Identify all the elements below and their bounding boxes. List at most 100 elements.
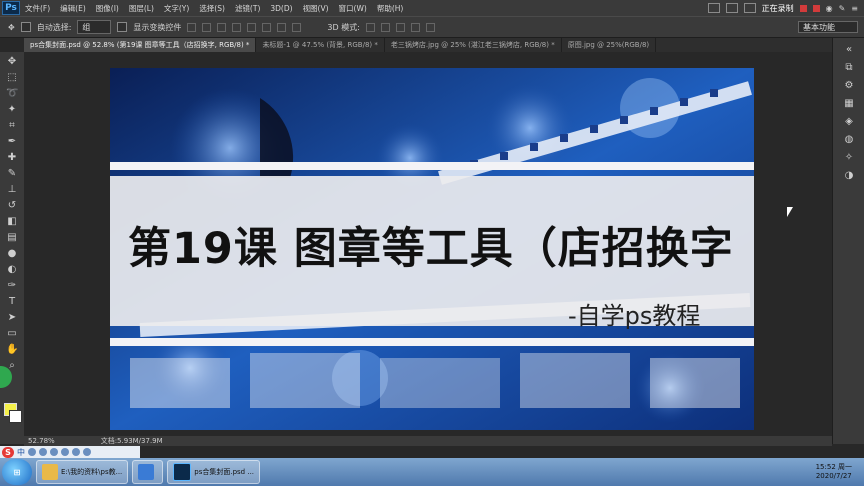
channels-panel-icon[interactable]: ◍	[843, 134, 855, 146]
camera-icon[interactable]: ◉	[826, 4, 833, 13]
distribute-h-icon[interactable]	[292, 22, 302, 32]
workspace-dropdown[interactable]: 基本功能	[798, 21, 858, 33]
taskbar-item-label: ps合集封面.psd ...	[194, 468, 255, 476]
voice-icon[interactable]	[50, 448, 58, 456]
pen-tool-icon[interactable]: ✑	[6, 280, 18, 292]
menu-layer[interactable]: 图层(L)	[124, 3, 159, 14]
distribute-icon[interactable]	[277, 22, 287, 32]
restore-icon[interactable]	[725, 3, 738, 13]
sogou-logo-icon[interactable]: S	[2, 446, 14, 458]
marquee-tool-icon[interactable]: ⬚	[6, 72, 18, 84]
menu-bar: Ps 文件(F) 编辑(E) 图像(I) 图层(L) 文字(Y) 选择(S) 滤…	[0, 0, 864, 16]
roll-3d-icon[interactable]	[380, 22, 390, 32]
show-transform-checkbox[interactable]	[117, 22, 128, 32]
hand-tool-icon[interactable]: ✋	[6, 344, 18, 356]
eyedropper-tool-icon[interactable]: ✒	[6, 136, 18, 148]
auto-select-checkbox[interactable]	[20, 22, 31, 32]
document-canvas[interactable]: 第19课 图章等工具（店招换字 -自学ps教程	[110, 68, 754, 430]
zoom-level[interactable]: 52.78%	[28, 437, 55, 445]
photoshop-logo: Ps	[2, 1, 20, 15]
mouse-cursor-icon	[787, 207, 793, 217]
menu-help[interactable]: 帮助(H)	[372, 3, 409, 14]
right-panel-dock: « ⧉ ⚙ ▦ ◈ ◍ ✧ ◑	[832, 38, 864, 444]
rotate-3d-icon[interactable]	[365, 22, 375, 32]
menu-file[interactable]: 文件(F)	[20, 3, 55, 14]
options-bar: ✥ 自动选择: 组 显示变换控件 3D 模式: 基本功能	[0, 16, 864, 38]
blur-tool-icon[interactable]: ●	[6, 248, 18, 260]
recording-label: 正在录制	[761, 3, 794, 13]
move-tool-icon[interactable]: ✥	[6, 56, 18, 68]
lasso-tool-icon[interactable]: ➰	[6, 88, 18, 100]
layers-panel-icon[interactable]: ◈	[843, 116, 855, 128]
taskbar-item-app[interactable]	[132, 460, 164, 484]
status-bar: 52.78% 文档:5.93M/37.9M	[24, 436, 832, 446]
path-select-tool-icon[interactable]: ➤	[6, 312, 18, 324]
emoji-icon[interactable]	[39, 448, 47, 456]
swatches-panel-icon[interactable]: ▦	[843, 98, 855, 110]
menu-type[interactable]: 文字(Y)	[159, 3, 194, 14]
history-panel-icon[interactable]: ⧉	[843, 62, 855, 74]
menu-image[interactable]: 图像(I)	[91, 3, 124, 14]
adjustments-panel-icon[interactable]: ◑	[843, 170, 855, 182]
scale-3d-icon[interactable]	[425, 22, 435, 32]
tab-original-jpg[interactable]: 原图.jpg @ 25%(RGB/8)	[562, 38, 657, 52]
align-top-icon[interactable]	[187, 22, 197, 32]
minimize-icon[interactable]	[707, 3, 720, 13]
auto-select-dropdown[interactable]: 组	[77, 20, 112, 34]
close-icon[interactable]	[743, 3, 756, 13]
align-center-icon[interactable]	[247, 22, 257, 32]
eraser-tool-icon[interactable]: ◧	[6, 216, 18, 228]
stop-recording-icon[interactable]	[812, 4, 820, 12]
paths-panel-icon[interactable]: ✧	[843, 152, 855, 164]
crop-tool-icon[interactable]: ⌗	[6, 120, 18, 132]
background-color-swatch[interactable]	[9, 410, 22, 423]
align-right-icon[interactable]	[262, 22, 272, 32]
shape-tool-icon[interactable]: ▭	[6, 328, 18, 340]
align-bottom-icon[interactable]	[217, 22, 227, 32]
system-clock[interactable]: 15:52 周一 2020/7/27	[816, 463, 852, 481]
menu-view[interactable]: 视图(V)	[298, 3, 334, 14]
recording-controls: 正在录制 ◉ ✎ ≡	[707, 3, 864, 14]
slide-3d-icon[interactable]	[410, 22, 420, 32]
folder-icon	[42, 464, 58, 480]
taskbar-item-explorer[interactable]: E:\我的资料\ps教...	[36, 460, 129, 484]
clone-stamp-tool-icon[interactable]: ⊥	[6, 184, 18, 196]
taskbar-item-photoshop[interactable]: ps合集封面.psd ...	[167, 460, 261, 484]
punctuation-icon[interactable]	[28, 448, 36, 456]
pen-icon[interactable]: ✎	[839, 4, 846, 13]
skin-icon[interactable]	[72, 448, 80, 456]
menu-3d[interactable]: 3D(D)	[265, 4, 297, 13]
align-left-icon[interactable]	[232, 22, 242, 32]
tab-restaurant-jpg[interactable]: 老三锅烤店.jpg @ 25% (湛江老三锅烤店, RGB/8) *	[385, 38, 562, 52]
document-tabs: ps合集封面.psd @ 52.8% (第19课 图章等工具（店招换字, RGB…	[24, 38, 832, 52]
gradient-tool-icon[interactable]: ▤	[6, 232, 18, 244]
type-tool-icon[interactable]: T	[6, 296, 18, 308]
pan-3d-icon[interactable]	[395, 22, 405, 32]
healing-tool-icon[interactable]: ✚	[6, 152, 18, 164]
menu-filter[interactable]: 滤镜(T)	[230, 3, 265, 14]
keyboard-icon[interactable]	[61, 448, 69, 456]
tab-untitled[interactable]: 未标题-1 @ 47.5% (背景, RGB/8) *	[256, 38, 385, 52]
pause-recording-icon[interactable]	[799, 4, 807, 12]
menu-window[interactable]: 窗口(W)	[334, 3, 372, 14]
mode-3d-label: 3D 模式:	[327, 22, 360, 32]
canvas-title-text: 第19课 图章等工具（店招换字	[128, 224, 734, 274]
start-button[interactable]: ⊞	[2, 459, 32, 485]
doc-size[interactable]: 文档:5.93M/37.9M	[101, 436, 163, 446]
dodge-tool-icon[interactable]: ◐	[6, 264, 18, 276]
taskbar: ⊞ E:\我的资料\ps教... ps合集封面.psd ... 15:52 周一…	[0, 458, 864, 486]
menu-edit[interactable]: 编辑(E)	[55, 3, 91, 14]
collapse-panel-icon[interactable]: «	[843, 44, 855, 56]
menu-icon[interactable]: ≡	[851, 4, 858, 13]
history-brush-tool-icon[interactable]: ↺	[6, 200, 18, 212]
move-tool-icon[interactable]: ✥	[8, 23, 15, 32]
ime-language[interactable]: 中	[17, 447, 25, 458]
menu-select[interactable]: 选择(S)	[194, 3, 230, 14]
properties-panel-icon[interactable]: ⚙	[843, 80, 855, 92]
quick-select-tool-icon[interactable]: ✦	[6, 104, 18, 116]
tab-cover-psd[interactable]: ps合集封面.psd @ 52.8% (第19课 图章等工具（店招换字, RGB…	[24, 38, 257, 52]
show-transform-label: 显示变换控件	[133, 22, 182, 32]
tools-icon[interactable]	[83, 448, 91, 456]
align-middle-icon[interactable]	[202, 22, 212, 32]
brush-tool-icon[interactable]: ✎	[6, 168, 18, 180]
